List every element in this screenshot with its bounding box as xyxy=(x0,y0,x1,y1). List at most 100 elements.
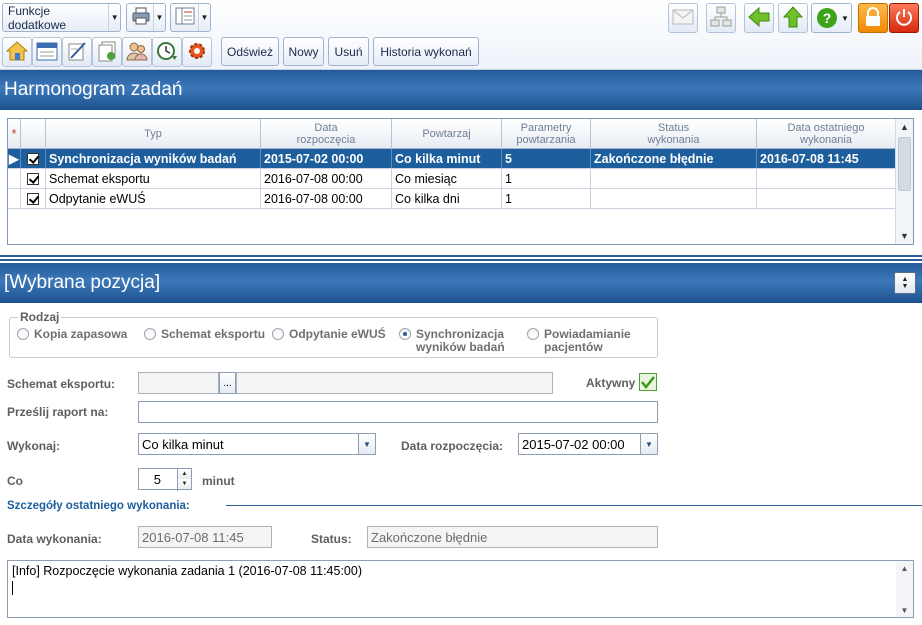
row-indicator xyxy=(8,169,21,188)
header-start-date[interactable]: Data rozpoczęcia xyxy=(261,119,392,148)
radio-notify-patients[interactable]: Powiadamianie pacjentów xyxy=(527,328,631,354)
schedule-button[interactable] xyxy=(152,37,182,67)
row-checkbox[interactable] xyxy=(21,149,46,168)
patients-button[interactable] xyxy=(122,37,152,67)
help-dropdown[interactable]: ? ▼ xyxy=(811,3,852,33)
header-last-exec[interactable]: Data ostatniego wykonania xyxy=(757,119,895,148)
document-pen-icon xyxy=(66,40,88,65)
start-date-label: Data rozpoczęcia: xyxy=(401,439,504,453)
chevron-down-icon[interactable]: ▼ xyxy=(640,434,657,454)
radio-export-schema[interactable]: Schemat eksportu xyxy=(144,328,265,341)
new-button[interactable]: Nowy xyxy=(283,37,324,66)
header-indicator: * xyxy=(8,119,21,148)
every-value: 5 xyxy=(153,471,161,487)
delete-button[interactable]: Usuń xyxy=(328,37,369,66)
cell-status: Zakończone błędnie xyxy=(591,149,757,168)
stepper-down-icon[interactable]: ▼ xyxy=(178,479,191,489)
scroll-thumb[interactable] xyxy=(898,137,911,191)
grid-header: * Typ Data rozpoczęcia Powtarzaj Parametr… xyxy=(8,119,895,149)
export-schema-name-field xyxy=(236,372,553,394)
back-button[interactable] xyxy=(744,3,774,33)
chevron-down-icon: ▼ xyxy=(841,13,849,23)
table-row[interactable]: Odpytanie eWUŚ 2016-07-08 00:00 Co kilka… xyxy=(8,189,895,209)
scroll-up-icon[interactable]: ▲ xyxy=(896,119,913,135)
schedule-title: Harmonogram zadań xyxy=(4,79,183,100)
settings-button[interactable] xyxy=(182,37,212,67)
table-row[interactable]: Schemat eksportu 2016-07-08 00:00 Co mie… xyxy=(8,169,895,189)
row-checkbox[interactable] xyxy=(21,169,46,188)
network-icon xyxy=(710,6,732,31)
row-indicator xyxy=(8,189,21,208)
radio-sync-results[interactable]: Synchronizacja wyników badań xyxy=(399,328,505,354)
envelope-icon xyxy=(672,9,694,28)
cell-start: 2016-07-08 00:00 xyxy=(261,169,392,188)
lock-icon xyxy=(864,6,882,30)
header-status[interactable]: Status wykonania xyxy=(591,119,757,148)
browse-button[interactable]: ... xyxy=(219,372,236,394)
radio-backup[interactable]: Kopia zapasowa xyxy=(17,328,127,341)
cell-last xyxy=(757,169,895,188)
chevron-down-icon: ▼ xyxy=(108,4,120,31)
header-type[interactable]: Typ xyxy=(46,119,261,148)
status-field: Zakończone błędnie xyxy=(367,526,658,548)
header-repeat[interactable]: Powtarzaj xyxy=(392,119,502,148)
layout-dropdown[interactable]: ▼ xyxy=(170,3,211,32)
scroll-down-icon[interactable]: ▼ xyxy=(896,603,913,617)
network-button[interactable] xyxy=(706,3,736,33)
power-button[interactable] xyxy=(889,3,919,33)
log-textarea[interactable]: [Info] Rozpoczęcie wykonania zadania 1 (… xyxy=(7,560,914,618)
table-row[interactable]: ▶ Synchronizacja wyników badań 2015-07-0… xyxy=(8,149,895,169)
every-stepper[interactable]: 5 ▲ ▼ xyxy=(138,468,192,491)
execute-select[interactable]: Co kilka minut ▼ xyxy=(138,433,376,455)
scroll-up-icon[interactable]: ▲ xyxy=(896,561,913,575)
scroll-down-icon[interactable]: ▼ xyxy=(896,228,913,244)
header-check xyxy=(21,119,46,148)
check-icon xyxy=(640,376,656,393)
splitter[interactable] xyxy=(0,253,922,263)
home-icon xyxy=(5,40,29,65)
cell-type: Synchronizacja wyników badań xyxy=(46,149,261,168)
history-button[interactable]: Historia wykonań xyxy=(373,37,479,66)
radio-ewus[interactable]: Odpytanie eWUŚ xyxy=(272,328,386,341)
row-pointer-icon: ▶ xyxy=(8,149,21,168)
chevron-down-icon: ▼ xyxy=(198,4,210,31)
document-sign-button[interactable] xyxy=(62,37,92,67)
log-line: [Info] Rozpoczęcie wykonania zadania 1 (… xyxy=(12,564,362,578)
start-date-picker[interactable]: 2015-07-02 00:00 ▼ xyxy=(518,433,658,455)
export-schema-field[interactable] xyxy=(138,372,219,394)
extra-functions-dropdown[interactable]: Funkcje dodatkowe ▼ xyxy=(2,3,121,32)
stepper-up-icon[interactable]: ▲ xyxy=(178,469,191,479)
email-button[interactable] xyxy=(668,3,698,33)
cell-type: Schemat eksportu xyxy=(46,169,261,188)
print-dropdown[interactable]: ▼ xyxy=(126,3,166,32)
cell-params: 1 xyxy=(502,189,591,208)
up-button[interactable] xyxy=(778,3,808,33)
row-checkbox[interactable] xyxy=(21,189,46,208)
active-checkbox[interactable] xyxy=(639,373,657,391)
chevron-down-icon[interactable]: ▼ xyxy=(358,434,375,454)
layout-icon xyxy=(175,7,195,28)
group-divider xyxy=(226,505,922,506)
home-button[interactable] xyxy=(2,37,32,67)
collapse-button[interactable]: ▲ ▼ xyxy=(894,272,916,294)
lock-button[interactable] xyxy=(858,3,888,33)
calendar-icon xyxy=(36,41,58,64)
clock-arrow-icon xyxy=(156,40,178,65)
refresh-button[interactable]: Odśwież xyxy=(221,37,279,66)
users-icon xyxy=(126,40,148,65)
extra-functions-label: Funkcje dodatkowe xyxy=(8,3,67,32)
grid-scrollbar[interactable]: ▲ ▼ xyxy=(895,119,913,244)
schedule-header: Harmonogram zadań xyxy=(0,70,922,110)
header-params[interactable]: Parametry powtarzania xyxy=(502,119,591,148)
cell-params: 5 xyxy=(502,149,591,168)
cell-repeat: Co kilka minut xyxy=(392,149,502,168)
send-report-field[interactable] xyxy=(138,401,658,423)
start-date-value: 2015-07-02 00:00 xyxy=(522,436,625,452)
calendar-button[interactable] xyxy=(32,37,62,67)
cell-params: 1 xyxy=(502,169,591,188)
log-scrollbar[interactable]: ▲ ▼ xyxy=(896,561,913,617)
help-icon: ? xyxy=(817,8,837,28)
stepper-arrows[interactable]: ▲ ▼ xyxy=(177,469,191,491)
execute-value: Co kilka minut xyxy=(142,436,224,452)
documents-button[interactable] xyxy=(92,37,122,67)
